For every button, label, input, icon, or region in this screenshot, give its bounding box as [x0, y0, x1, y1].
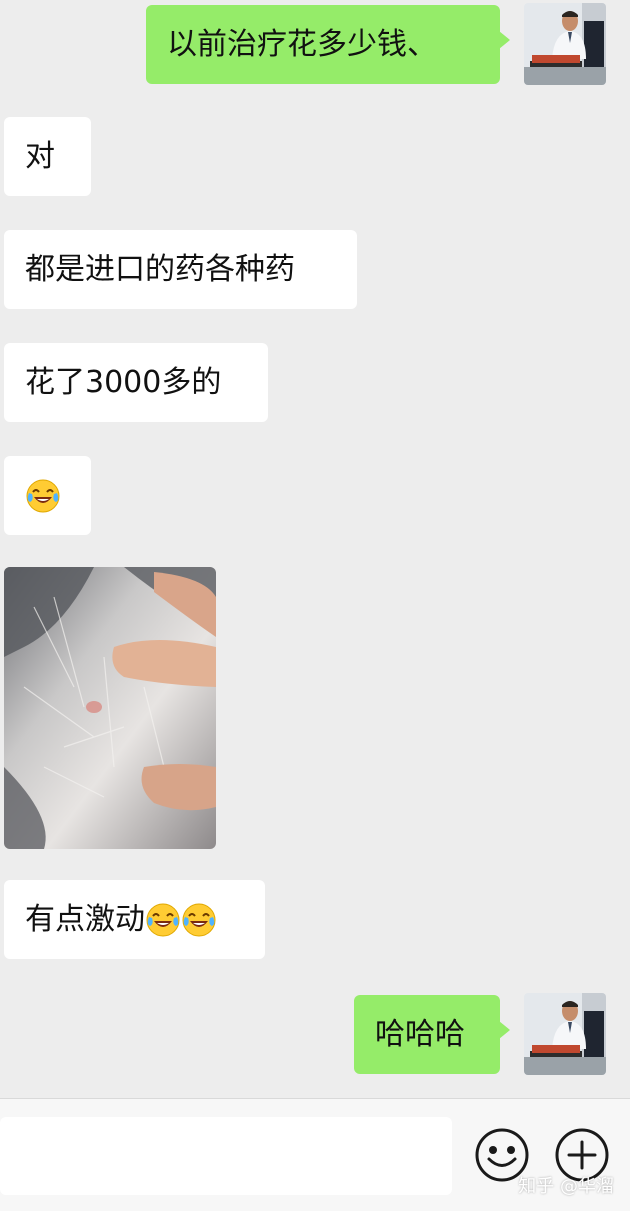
avatar-image — [524, 3, 606, 85]
message-bubble-sent[interactable]: 以前治疗花多少钱、 — [146, 5, 510, 84]
message-text: 都是进口的药各种药 — [25, 251, 295, 287]
chat-area: 以前治疗花多少钱、 对 都是进口的药各种药 花了3000多的 有点激动 哈哈哈 — [0, 0, 630, 1098]
message-text: 以前治疗花多少钱、 — [167, 26, 437, 62]
message-input[interactable] — [0, 1117, 452, 1195]
avatar[interactable] — [524, 3, 606, 85]
message-bubble-received[interactable]: 有点激动 — [4, 880, 265, 959]
face-with-tears-icon — [145, 902, 181, 938]
watermark: 知乎 @华溜 — [518, 1176, 614, 1197]
message-image[interactable] — [4, 567, 216, 849]
message-bubble-received[interactable]: 对 — [4, 117, 91, 196]
message-bubble-sent[interactable]: 哈哈哈 — [354, 995, 510, 1074]
pet-fur-photo — [4, 567, 216, 849]
message-text: 对 — [25, 138, 55, 174]
avatar[interactable] — [524, 993, 606, 1075]
message-bubble-received[interactable]: 都是进口的药各种药 — [4, 230, 357, 309]
face-with-tears-icon — [181, 902, 217, 938]
message-text: 花了3000多的 — [25, 364, 222, 400]
face-with-tears-icon — [25, 478, 61, 514]
message-bubble-received[interactable]: 花了3000多的 — [4, 343, 268, 422]
message-bubble-received[interactable] — [4, 456, 91, 535]
message-text: 哈哈哈 — [375, 1016, 465, 1052]
message-text: 有点激动 — [25, 901, 145, 937]
avatar-image — [524, 993, 606, 1075]
